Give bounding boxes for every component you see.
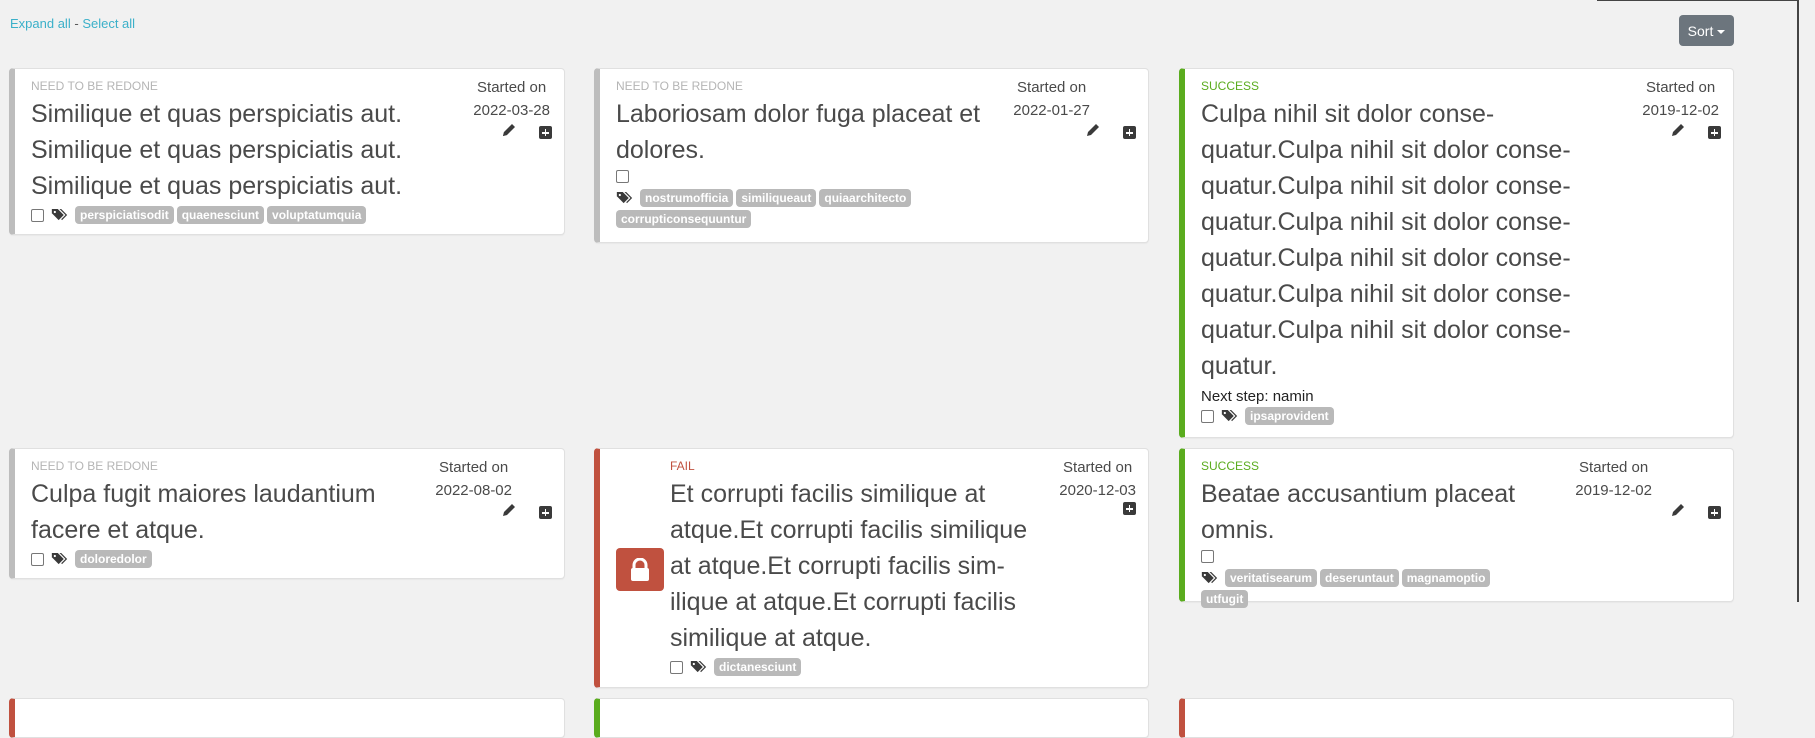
expand-all-link[interactable]: Expand all [10, 16, 71, 31]
started-date: 2020-12-03 [1059, 482, 1136, 499]
select-checkbox[interactable] [31, 208, 44, 222]
started-info: Started on 2022-01-27 [1013, 76, 1090, 122]
add-plus-square-icon[interactable] [1123, 126, 1136, 139]
select-checkbox[interactable] [616, 170, 629, 183]
edit-pencil-icon[interactable] [501, 502, 517, 523]
edit-pencil-icon[interactable] [1085, 122, 1101, 143]
tag[interactable]: doloredolor [75, 550, 152, 568]
tags-icon [51, 553, 68, 565]
select-checkbox[interactable] [1201, 409, 1214, 423]
started-info: Started on 2022-08-02 [435, 456, 512, 502]
status-label: NEED TO BE REDONE [31, 459, 158, 473]
tag[interactable]: quaenesciunt [176, 206, 265, 224]
task-card[interactable]: NEED TO BE REDONE Culpa fugit maiores la… [9, 448, 565, 579]
tag[interactable]: quiaarchitecto [819, 189, 912, 207]
started-info: Started on 2022-03-28 [473, 76, 550, 122]
tag[interactable]: perspiciatisodit [75, 206, 174, 224]
task-card[interactable]: SUCCESS Culpa nihil sit dolor conse­quat… [1179, 68, 1734, 438]
tag-row: nostrumofficia similiqueaut quiaarchitec… [616, 170, 988, 228]
started-info: Started on 2019-12-02 [1575, 456, 1652, 502]
edit-pencil-icon[interactable] [1670, 122, 1686, 143]
tag[interactable]: dictanesciunt [714, 658, 802, 676]
add-plus-square-icon[interactable] [539, 126, 552, 139]
started-date: 2022-08-02 [435, 482, 512, 499]
started-info: Started on 2019-12-02 [1642, 76, 1719, 122]
task-card[interactable]: FAIL Et corrupti facilis similique at at… [594, 448, 1149, 688]
tag[interactable]: magnamoptio [1401, 569, 1491, 587]
frame-border-top [1597, 0, 1798, 1]
tag-row: perspiciatisodit quaenesciunt voluptatum… [31, 206, 404, 224]
add-plus-square-icon[interactable] [1123, 502, 1136, 515]
lock-icon [631, 557, 649, 581]
select-all-link[interactable]: Select all [82, 16, 135, 31]
tags-icon [690, 661, 707, 673]
add-plus-square-icon[interactable] [1708, 506, 1721, 519]
started-label: Started on [439, 459, 509, 476]
bulk-actions: Expand all - Select all [10, 16, 135, 31]
next-step: Next step: namin [1201, 388, 1583, 405]
tag[interactable]: utfugit [1201, 590, 1249, 608]
started-date: 2022-03-28 [473, 102, 550, 119]
tag[interactable]: similiqueaut [736, 189, 817, 207]
tags-icon [51, 209, 68, 221]
status-label: NEED TO BE REDONE [616, 79, 743, 93]
tag[interactable]: ipsaprovident [1245, 407, 1334, 425]
locked-badge [616, 548, 664, 591]
tags-icon [1201, 572, 1218, 584]
link-separator: - [74, 16, 79, 31]
tag[interactable]: corrupticonsequuntur [616, 210, 752, 228]
edit-pencil-icon[interactable] [501, 122, 517, 143]
add-plus-square-icon[interactable] [539, 506, 552, 519]
tag-row: ipsaprovident [1201, 407, 1583, 425]
select-checkbox[interactable] [31, 552, 44, 566]
sort-label: Sort [1687, 22, 1714, 39]
started-date: 2019-12-02 [1642, 102, 1719, 119]
sort-dropdown-button[interactable]: Sort [1679, 15, 1734, 46]
tag[interactable]: nostrumofficia [640, 189, 734, 207]
caret-down-icon [1717, 29, 1726, 34]
tag-row: veritatisearum deseruntaut magnamoptio u… [1201, 550, 1533, 608]
next-step-label: Next step: [1201, 388, 1269, 405]
select-checkbox[interactable] [1201, 550, 1214, 563]
task-card[interactable]: NEED TO BE REDONE Laboriosam dolor fuga … [594, 68, 1149, 243]
task-card[interactable] [594, 698, 1149, 738]
started-label: Started on [477, 79, 547, 96]
status-label: FAIL [670, 459, 695, 473]
started-date: 2019-12-02 [1575, 482, 1652, 499]
started-label: Started on [1017, 79, 1087, 96]
task-card[interactable]: NEED TO BE REDONE Similique et quas pers… [9, 68, 565, 235]
select-checkbox[interactable] [670, 660, 683, 674]
tags-icon [1221, 410, 1238, 422]
task-card[interactable] [9, 698, 565, 738]
status-label: NEED TO BE REDONE [31, 79, 158, 93]
status-label: SUCCESS [1201, 459, 1260, 473]
card-title: Et corrupti facilis similique at atque.E… [670, 480, 1028, 652]
tag-row: doloredolor [31, 550, 404, 568]
status-label: SUCCESS [1201, 79, 1260, 93]
add-plus-square-icon[interactable] [1708, 126, 1721, 139]
task-card[interactable] [1179, 698, 1734, 738]
card-title: Beatae accusantium placeat omnis. [1201, 480, 1516, 544]
tag[interactable]: voluptatumquia [267, 206, 367, 224]
card-title: Laboriosam dolor fuga placeat et dolores… [616, 100, 981, 164]
tag[interactable]: veritatisearum [1225, 569, 1318, 587]
edit-pencil-icon[interactable] [1670, 502, 1686, 523]
started-label: Started on [1063, 459, 1133, 476]
next-step-value: namin [1272, 388, 1314, 405]
started-label: Started on [1579, 459, 1649, 476]
started-date: 2022-01-27 [1013, 102, 1090, 119]
frame-border-right [1797, 0, 1799, 602]
started-label: Started on [1646, 79, 1716, 96]
task-card[interactable]: SUCCESS Beatae accusantium placeat omnis… [1179, 448, 1734, 608]
card-title: Culpa fugit maiores laudantium facere et… [31, 480, 376, 544]
card-title: Similique et quas perspiciatis aut. Simi… [31, 100, 403, 200]
card-title: Culpa nihil sit dolor conse­quatur.Culpa… [1201, 100, 1571, 380]
tag[interactable]: deseruntaut [1320, 569, 1399, 587]
tag-row: dictanesciunt [670, 658, 1043, 676]
tags-icon [616, 192, 633, 204]
started-info: Started on 2020-12-03 [1059, 456, 1136, 502]
